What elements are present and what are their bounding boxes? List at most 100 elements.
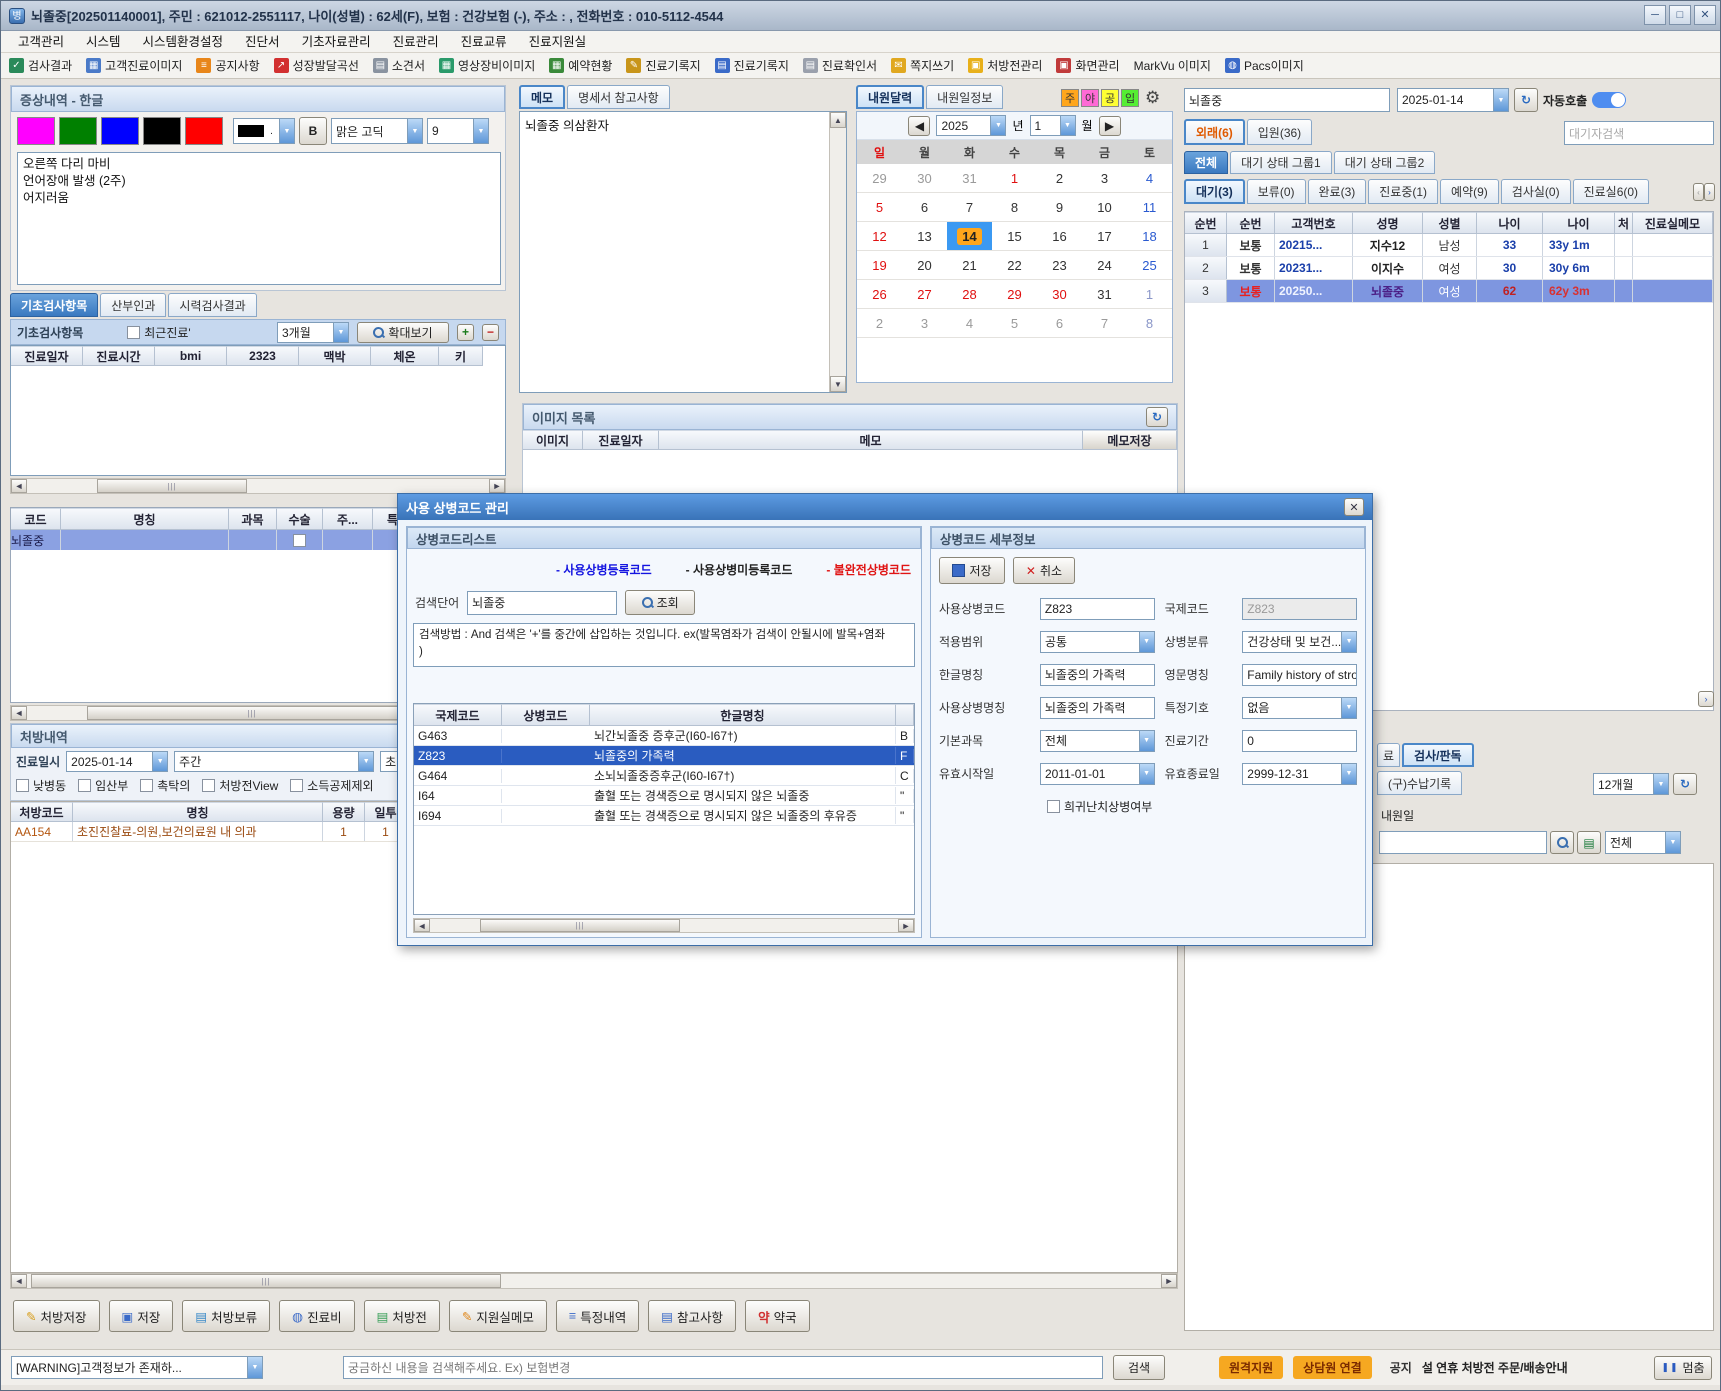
rx-option-4[interactable]: 소득공제제외 bbox=[290, 777, 373, 794]
add-button[interactable]: + bbox=[457, 324, 474, 341]
calendar-day-20[interactable]: 20 bbox=[902, 251, 947, 280]
prev-month-icon[interactable]: ◀ bbox=[908, 116, 930, 136]
calendar-day-4[interactable]: 4 bbox=[1127, 164, 1172, 193]
tab-exam-report[interactable]: 검사/판독 bbox=[1402, 743, 1474, 767]
calendar-day-16[interactable]: 16 bbox=[1037, 222, 1082, 251]
calendar-day-11[interactable]: 11 bbox=[1127, 193, 1172, 222]
sync-button[interactable]: ↻ bbox=[1673, 773, 1697, 795]
calendar-day-9[interactable]: 9 bbox=[1037, 193, 1082, 222]
image-col-3[interactable]: 메모저장 bbox=[1083, 430, 1177, 450]
calendar-day-15[interactable]: 15 bbox=[992, 222, 1037, 251]
calendar-day-3[interactable]: 3 bbox=[1082, 164, 1127, 193]
scroll-up-icon[interactable]: ▲ bbox=[830, 112, 846, 128]
rare-disease-checkbox[interactable]: 희귀난치상병여부 bbox=[1047, 798, 1152, 815]
save-button[interactable]: 저장 bbox=[939, 557, 1005, 584]
tab-status-1[interactable]: 보류(0) bbox=[1247, 179, 1306, 204]
patient-search-input[interactable]: 뇌졸중 bbox=[1184, 88, 1390, 112]
scroll-right-icon[interactable]: ► bbox=[898, 919, 914, 932]
month-select[interactable]: 1▼ bbox=[1030, 115, 1076, 136]
detail-field-3-1[interactable]: 뇌졸중의 가족력 bbox=[1040, 697, 1155, 719]
color-swatch-2[interactable] bbox=[101, 117, 139, 145]
record-period-select[interactable]: 12개월▼ bbox=[1593, 773, 1669, 795]
patient-row[interactable]: 2보통20231...이지수여성3030y 6m bbox=[1185, 257, 1713, 280]
refresh-button[interactable]: ↻ bbox=[1146, 407, 1168, 427]
calendar-day-30[interactable]: 30 bbox=[902, 164, 947, 193]
next-month-icon[interactable]: ▶ bbox=[1099, 116, 1121, 136]
calendar-day-31[interactable]: 31 bbox=[947, 164, 992, 193]
rx-option-2[interactable]: 촉탁의 bbox=[140, 777, 190, 794]
calendar-legend-0[interactable]: 주 bbox=[1061, 89, 1079, 107]
waiting-search-input[interactable]: 대기자검색 bbox=[1564, 121, 1714, 145]
bottom-button-5[interactable]: ✎지원실메모 bbox=[449, 1300, 547, 1332]
menu-item-7[interactable]: 진료지원실 bbox=[518, 31, 598, 53]
toolbar-mail[interactable]: ✉쪽지쓰기 bbox=[891, 57, 954, 74]
detail-field-5-2[interactable]: 2999-12-31▼ bbox=[1242, 763, 1357, 785]
calendar-day-25[interactable]: 25 bbox=[1127, 251, 1172, 280]
calendar-day-27[interactable]: 27 bbox=[902, 280, 947, 309]
calendar-day-7[interactable]: 7 bbox=[947, 193, 992, 222]
panel-scroll-right-icon[interactable]: › bbox=[1698, 691, 1714, 707]
tab-group-1[interactable]: 대기 상태 그룹1 bbox=[1230, 151, 1332, 174]
tab-memo-1[interactable]: 명세서 참고사항 bbox=[567, 85, 670, 109]
color-swatch-4[interactable] bbox=[185, 117, 223, 145]
visit-date-select[interactable]: 2025-01-14▼ bbox=[66, 751, 168, 772]
tab-old-receipt[interactable]: (구)수납기록 bbox=[1377, 771, 1462, 795]
tab-calendar-0[interactable]: 내원달력 bbox=[856, 85, 924, 109]
rx-option-0[interactable]: 낮병동 bbox=[16, 777, 66, 794]
bottom-button-1[interactable]: ▣저장 bbox=[109, 1300, 174, 1332]
calendar-legend-2[interactable]: 공 bbox=[1101, 89, 1119, 107]
record-search-button[interactable] bbox=[1550, 831, 1574, 854]
auto-call-toggle[interactable] bbox=[1592, 92, 1626, 108]
scroll-right-icon[interactable]: ► bbox=[489, 479, 505, 493]
calendar-day-19[interactable]: 19 bbox=[857, 251, 902, 280]
toolbar-note[interactable]: ✎진료기록지 bbox=[626, 57, 700, 74]
calendar-day-29[interactable]: 29 bbox=[857, 164, 902, 193]
counselor-connect-button[interactable]: 상담원 연결 bbox=[1293, 1356, 1372, 1379]
calendar-day-2[interactable]: 2 bbox=[857, 309, 902, 338]
bottom-button-0[interactable]: ✎처방저장 bbox=[13, 1300, 100, 1332]
code-row-I694[interactable]: I694출혈 또는 경색증으로 명시되지 않은 뇌졸중의 후유증" bbox=[414, 806, 914, 826]
code-search-input[interactable]: 뇌졸중 bbox=[467, 591, 617, 615]
calendar-day-17[interactable]: 17 bbox=[1082, 222, 1127, 251]
calendar-day-4[interactable]: 4 bbox=[947, 309, 992, 338]
calendar-day-30[interactable]: 30 bbox=[1037, 280, 1082, 309]
tab-scroll-right-icon[interactable]: › bbox=[1704, 183, 1715, 201]
tab-clipped[interactable]: 료 bbox=[1377, 743, 1400, 767]
bottom-button-3[interactable]: ◍진료비 bbox=[279, 1300, 354, 1332]
calendar-legend-1[interactable]: 야 bbox=[1081, 89, 1099, 107]
gear-icon[interactable]: ⚙ bbox=[1145, 88, 1160, 108]
cancel-button[interactable]: ✕취소 bbox=[1013, 557, 1075, 584]
tab-group-2[interactable]: 대기 상태 그룹2 bbox=[1334, 151, 1436, 174]
detail-field-2-1[interactable]: 뇌졸중의 가족력 bbox=[1040, 664, 1155, 686]
tab-scroll-left-icon[interactable]: ‹ bbox=[1693, 183, 1704, 201]
shift-select[interactable]: 주간▼ bbox=[174, 751, 374, 772]
queue-date-select[interactable]: 2025-01-14▼ bbox=[1397, 88, 1509, 112]
toolbar-clipboard[interactable]: ✓검사결과 bbox=[9, 57, 72, 74]
bottom-button-6[interactable]: ≡특정내역 bbox=[556, 1300, 639, 1332]
detail-field-1-2[interactable]: 건강상태 및 보건...▼ bbox=[1242, 631, 1357, 653]
calendar-day-6[interactable]: 6 bbox=[902, 193, 947, 222]
font-size-select[interactable]: 9▼ bbox=[427, 118, 489, 144]
calendar-day-1[interactable]: 1 bbox=[992, 164, 1037, 193]
tab-status-0[interactable]: 대기(3) bbox=[1184, 179, 1245, 204]
scroll-down-icon[interactable]: ▼ bbox=[830, 376, 846, 392]
code-search-button[interactable]: 조회 bbox=[625, 590, 695, 615]
record-filter-select[interactable]: 전체▼ bbox=[1605, 831, 1681, 854]
warning-select[interactable]: [WARNING]고객정보가 존재하...▼ bbox=[11, 1356, 263, 1379]
remove-button[interactable]: − bbox=[482, 324, 499, 341]
tab-type-1[interactable]: 입원(36) bbox=[1247, 119, 1312, 145]
calendar-day-26[interactable]: 26 bbox=[857, 280, 902, 309]
refresh-button[interactable]: ↻ bbox=[1514, 88, 1538, 112]
menu-item-5[interactable]: 진료관리 bbox=[382, 31, 450, 53]
bottom-button-4[interactable]: ▤처방전 bbox=[364, 1300, 440, 1332]
remote-support-button[interactable]: 원격지원 bbox=[1219, 1356, 1283, 1379]
close-button[interactable]: ✕ bbox=[1694, 5, 1716, 25]
calendar-day-29[interactable]: 29 bbox=[992, 280, 1037, 309]
detail-field-0-1[interactable]: Z823 bbox=[1040, 598, 1155, 620]
calendar-day-14[interactable]: 14 bbox=[947, 222, 992, 251]
menu-item-2[interactable]: 시스템환경설정 bbox=[132, 31, 235, 53]
calendar-day-1[interactable]: 1 bbox=[1127, 280, 1172, 309]
calendar-day-12[interactable]: 12 bbox=[857, 222, 902, 251]
scroll-left-icon[interactable]: ◄ bbox=[414, 919, 430, 932]
code-table-scrollbar[interactable]: ◄ ||| ► bbox=[413, 918, 915, 933]
